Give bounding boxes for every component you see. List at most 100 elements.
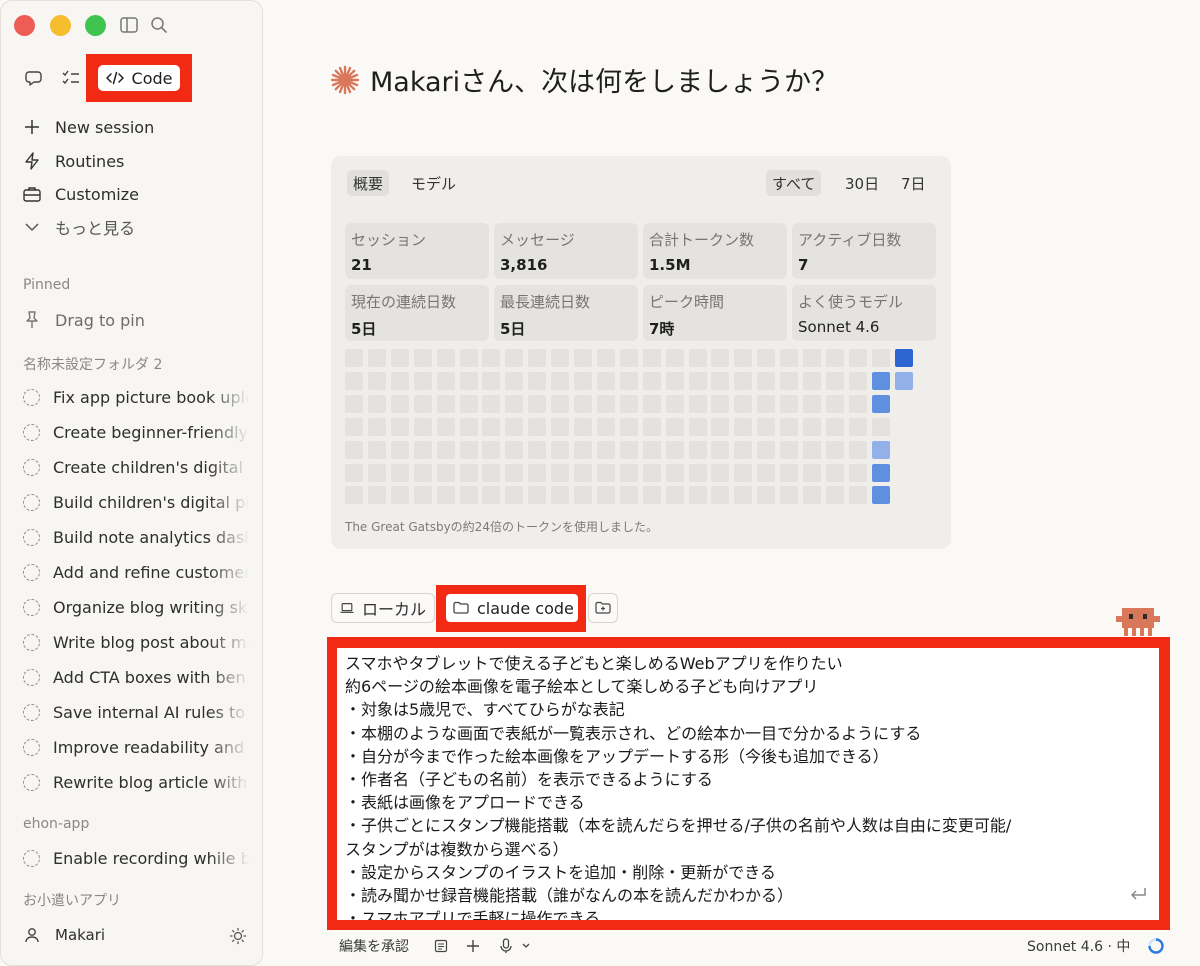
heatmap-cell [574,395,592,413]
session-item[interactable]: Organize blog writing ski [23,594,249,620]
heatmap-cell [643,395,661,413]
chevron-down-icon[interactable] [521,935,531,957]
heatmap-cell [414,395,432,413]
sidebar-toggle-icon[interactable] [119,15,139,35]
heatmap-cell [666,464,684,482]
heatmap-cell [391,441,409,459]
heatmap-cell [734,349,752,367]
heatmap-cell [437,418,455,436]
stat-label: 最長連続日数 [500,293,591,311]
heatmap-cell [803,372,821,390]
prompt-textarea[interactable]: スマホやタブレットで使える子どもと楽しめるWebアプリを作りたい 約6ページの絵… [337,648,1159,920]
heatmap-cell [757,486,775,504]
model-selector[interactable]: Sonnet 4.6 · 中 [1027,935,1130,957]
local-label: ローカル [361,600,426,619]
greeting-text: Makariさん、次は何をしましょうか？ [370,67,839,98]
session-status-icon [23,528,40,546]
search-icon[interactable] [149,15,169,35]
heatmap-cell [482,395,500,413]
heatmap-cell [528,441,546,459]
heatmap-cell [368,418,386,436]
heatmap-cell [711,486,729,504]
maximize-window-button[interactable] [85,15,106,36]
range-all[interactable]: すべて [766,170,822,196]
more-button[interactable]: もっと見る [23,214,135,240]
session-item[interactable]: Build note analytics dash [23,524,249,550]
customize-button[interactable]: Customize [23,181,139,207]
session-item[interactable]: Add and refine customer [23,559,249,585]
session-item[interactable]: Improve readability and c [23,734,249,760]
prompt-line: ・表紙は画像をアプロードできる [345,793,585,813]
tab-overview[interactable]: 概要 [347,170,390,196]
sidebar: Code New session Routines Customize もっと見… [0,0,263,966]
session-status-icon [23,668,40,686]
pin-icon [23,311,41,329]
heatmap-cell [620,418,638,436]
heatmap-cell [826,395,844,413]
stat-active-days: アクティブ日数 7 [792,223,936,279]
accept-edits-toggle[interactable]: 編集を承認 [339,935,409,957]
bolt-icon [23,152,41,170]
new-folder-button[interactable] [588,593,618,623]
heatmap-cell [666,349,684,367]
stat-current-streak: 現在の連続日数 5日 [345,285,489,341]
heatmap-cell [574,349,592,367]
theme-toggle-icon[interactable] [229,927,247,945]
heatmap-cell [528,486,546,504]
heatmap-cell [505,349,523,367]
heatmap-cell [689,349,707,367]
stat-value: Sonnet 4.6 [798,318,880,336]
session-item[interactable]: Enable recording while b [23,845,249,871]
session-item[interactable]: Save internal AI rules to G [23,699,249,725]
session-item[interactable]: Write blog post about me [23,629,249,655]
session-item[interactable]: Add CTA boxes with ben [23,664,249,690]
heatmap-cell [551,464,569,482]
range-30-days[interactable]: 30日 [839,170,885,196]
heatmap-cell [849,486,867,504]
session-item[interactable]: Fix app picture book uplo [23,384,249,410]
session-status-icon [23,598,40,616]
heatmap-cell [391,372,409,390]
user-name: Makari [55,926,106,944]
project-folder-button[interactable]: claude code [446,594,578,622]
heatmap-cell [597,464,615,482]
heatmap-cell [437,349,455,367]
session-item[interactable]: Build children's digital pi [23,489,249,515]
heatmap-cell [849,464,867,482]
heatmap-cell [574,464,592,482]
heatmap-cell [620,464,638,482]
microphone-icon[interactable] [499,935,513,957]
code-mode-button[interactable]: Code [98,65,180,91]
heatmap-cell [643,349,661,367]
session-item[interactable]: Rewrite blog article with [23,769,249,795]
stat-value: 7 [798,256,809,274]
heatmap-cell [780,418,798,436]
submit-enter-icon[interactable] [1129,886,1147,902]
range-7-days[interactable]: 7日 [895,170,932,196]
heatmap-cell [826,418,844,436]
heatmap-cell [505,372,523,390]
session-item[interactable]: Create beginner-friendly [23,419,249,445]
nav-label: New session [55,117,155,137]
prompt-line: ・読み聞かせ録音機能搭載（誰がなんの本を読んだかわかる） [345,885,794,905]
new-session-button[interactable]: New session [23,114,154,140]
stat-total-tokens: 合計トークン数 1.5M [643,223,787,279]
notes-icon[interactable] [434,935,448,957]
stat-label: アクティブ日数 [798,231,902,249]
heatmap-cell [505,418,523,436]
local-environment-button[interactable]: ローカル [331,593,435,623]
tab-models[interactable]: モデル [405,170,462,196]
heatmap-cell [460,464,478,482]
user-menu[interactable]: Makari [23,922,105,948]
add-attachment-icon[interactable] [466,935,480,957]
stat-label: 合計トークン数 [649,231,755,249]
tasks-mode-icon[interactable] [60,67,82,89]
minimize-window-button[interactable] [50,15,71,36]
activity-heatmap [345,349,939,509]
heatmap-cell [528,418,546,436]
close-window-button[interactable] [14,15,35,36]
routines-button[interactable]: Routines [23,148,124,174]
stat-label: メッセージ [500,231,575,249]
chat-mode-icon[interactable] [24,67,46,89]
session-item[interactable]: Create children's digital p [23,454,249,480]
